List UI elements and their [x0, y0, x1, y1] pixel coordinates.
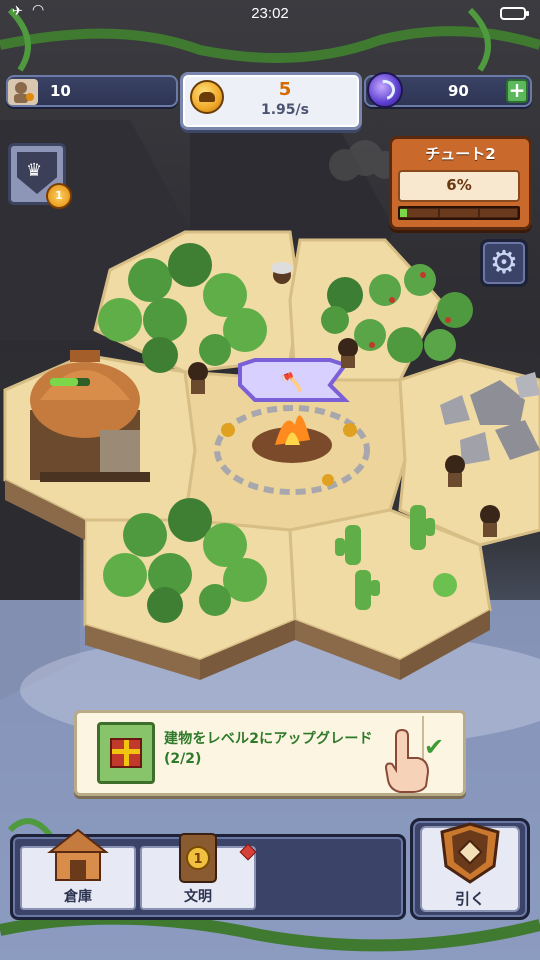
hand-pointer-icon [384, 728, 430, 793]
civilization-icon: 1 [179, 833, 217, 883]
population-value: 10 [50, 82, 71, 100]
add-gems-button[interactable]: + [506, 79, 528, 103]
coin-value: 5 [278, 79, 292, 100]
civilization-level: 1 [193, 852, 202, 867]
card-deck-icon [440, 822, 500, 884]
battery-icon [500, 7, 529, 20]
rank-level-badge: 1 [46, 183, 72, 209]
warehouse-icon [47, 828, 109, 881]
gear-icon: ⚙ [489, 243, 519, 281]
axe-badge[interactable]: 🪓 [238, 358, 350, 402]
gem-value: 90 [448, 82, 469, 100]
chapter-progress-bar [398, 206, 520, 220]
axe-icon: 🪓 [281, 371, 303, 393]
quest-progress: (2/2) [164, 751, 202, 767]
status-time: 23:02 [251, 5, 289, 22]
warehouse-label: 倉庫 [64, 889, 92, 905]
crown-icon: ♛ [26, 160, 43, 181]
chapter-progress-text: 6% [446, 176, 472, 194]
civilization-label: 文明 [184, 889, 212, 905]
status-bar: ✈ ◠ 23:02 [0, 0, 540, 28]
coin-rate: 1.95/s [261, 102, 309, 118]
quest-text: 建物をレベル2にアップグレード [164, 731, 373, 747]
gift-icon [110, 738, 142, 768]
population-icon [8, 79, 38, 105]
chapter-progress-fill [400, 209, 407, 217]
draw-label: 引く [454, 890, 485, 908]
chapter-title: チュート2 [425, 145, 496, 163]
